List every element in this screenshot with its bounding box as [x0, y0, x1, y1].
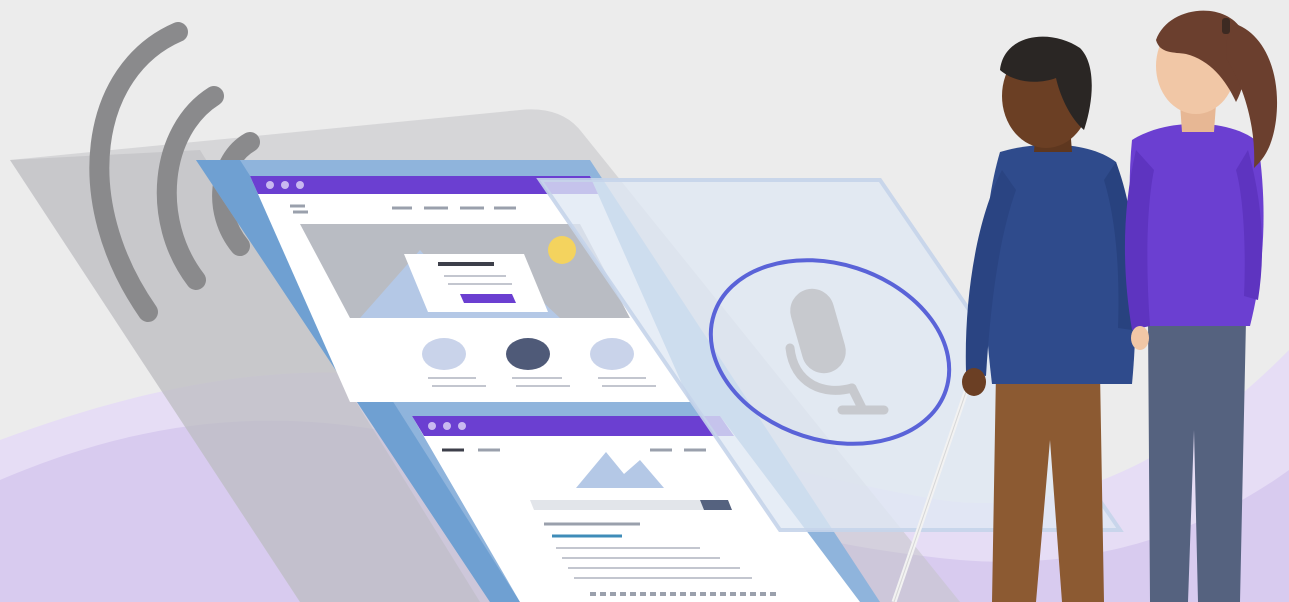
hero-sun	[548, 236, 576, 264]
content-bar-accent	[700, 500, 732, 510]
illustration-canvas	[0, 10, 1289, 602]
feature-circle-3	[590, 338, 634, 370]
feature-circle-2	[506, 338, 550, 370]
window-dots-icon	[266, 181, 304, 189]
content-bar	[530, 500, 704, 510]
hero-cta-button	[460, 294, 516, 303]
feature-circle-1	[422, 338, 466, 370]
window-dots-icon	[428, 422, 466, 430]
accessibility-illustration	[0, 0, 1289, 602]
